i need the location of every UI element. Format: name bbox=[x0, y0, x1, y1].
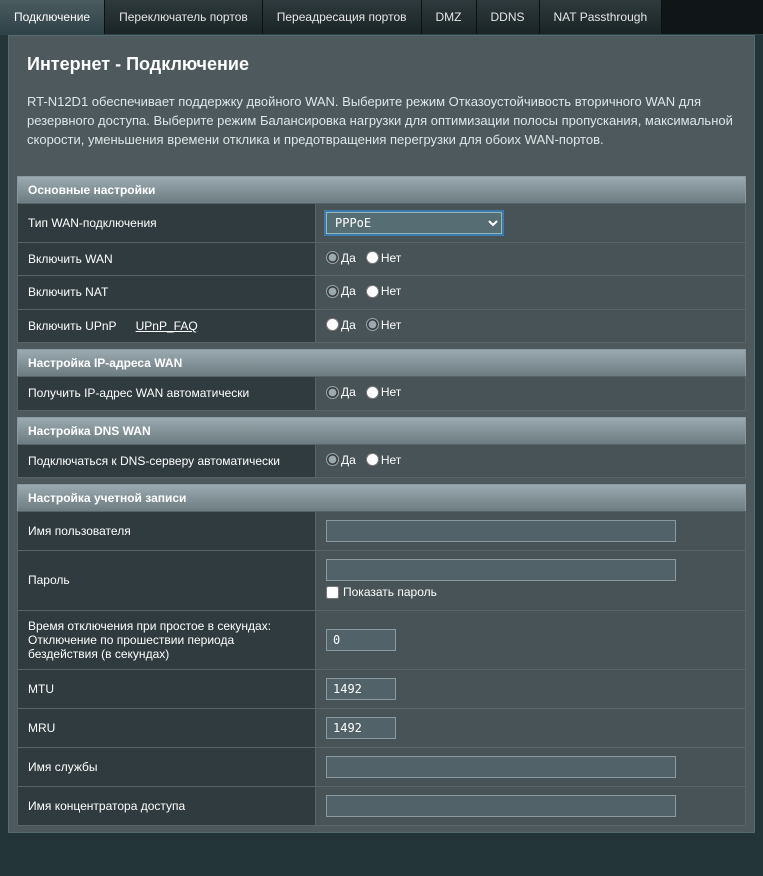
section-account-header: Настройка учетной записи bbox=[17, 484, 746, 511]
password-label: Пароль bbox=[18, 551, 316, 611]
service-input[interactable] bbox=[326, 756, 676, 778]
enable-wan-label: Включить WAN bbox=[18, 242, 316, 276]
no-label: Нет bbox=[381, 385, 401, 399]
mru-input[interactable] bbox=[326, 717, 396, 739]
yes-label: Да bbox=[341, 453, 356, 467]
enable-wan-yes[interactable] bbox=[326, 251, 339, 264]
password-input[interactable] bbox=[326, 559, 676, 581]
page-title: Интернет - Подключение bbox=[27, 54, 736, 75]
enable-nat-label: Включить NAT bbox=[18, 276, 316, 310]
wan-type-label: Тип WAN-подключения bbox=[18, 203, 316, 242]
enable-upnp-no[interactable] bbox=[366, 318, 379, 331]
mru-label: MRU bbox=[18, 708, 316, 747]
intro-text: RT-N12D1 обеспечивает поддержку двойного… bbox=[27, 93, 736, 150]
auto-ip-label: Получить IP-адрес WAN автоматически bbox=[18, 377, 316, 411]
service-label: Имя службы bbox=[18, 747, 316, 786]
wan-type-select[interactable]: PPPoE bbox=[326, 212, 502, 234]
username-label: Имя пользователя bbox=[18, 512, 316, 551]
section-dns-header: Настройка DNS WAN bbox=[17, 417, 746, 444]
page-body: Интернет - Подключение RT-N12D1 обеспечи… bbox=[8, 35, 755, 833]
yes-label: Да bbox=[341, 385, 356, 399]
yes-label: Да bbox=[341, 318, 356, 332]
auto-dns-label: Подключаться к DNS-серверу автоматически bbox=[18, 444, 316, 478]
enable-upnp-label: Включить UPnP bbox=[28, 319, 116, 333]
tab-ddns[interactable]: DDNS bbox=[477, 0, 540, 34]
yes-label: Да bbox=[341, 284, 356, 298]
enable-wan-no[interactable] bbox=[366, 251, 379, 264]
tab-connection[interactable]: Подключение bbox=[0, 0, 105, 34]
section-basic-header: Основные настройки bbox=[17, 176, 746, 203]
section-basic: Основные настройки Тип WAN-подключения P… bbox=[17, 176, 746, 344]
section-dns: Настройка DNS WAN Подключаться к DNS-сер… bbox=[17, 417, 746, 479]
tab-port-forward[interactable]: Переадресация портов bbox=[263, 0, 422, 34]
auto-ip-yes[interactable] bbox=[326, 386, 339, 399]
show-password-label: Показать пароль bbox=[343, 585, 437, 599]
tab-bar: Подключение Переключатель портов Переадр… bbox=[0, 0, 763, 35]
section-wan-ip: Настройка IP-адреса WAN Получить IP-адре… bbox=[17, 349, 746, 411]
yes-label: Да bbox=[341, 251, 356, 265]
enable-nat-no[interactable] bbox=[366, 285, 379, 298]
username-input[interactable] bbox=[326, 520, 676, 542]
section-account: Настройка учетной записи Имя пользовател… bbox=[17, 484, 746, 826]
no-label: Нет bbox=[381, 453, 401, 467]
idle-label: Время отключения при простое в секундах:… bbox=[18, 610, 316, 669]
auto-dns-yes[interactable] bbox=[326, 453, 339, 466]
ac-input[interactable] bbox=[326, 795, 676, 817]
tab-port-trigger[interactable]: Переключатель портов bbox=[105, 0, 263, 34]
no-label: Нет bbox=[381, 284, 401, 298]
tab-dmz[interactable]: DMZ bbox=[422, 0, 477, 34]
upnp-faq-link[interactable]: UPnP_FAQ bbox=[136, 319, 198, 333]
ac-label: Имя концентратора доступа bbox=[18, 786, 316, 825]
no-label: Нет bbox=[381, 318, 401, 332]
tab-nat-passthrough[interactable]: NAT Passthrough bbox=[540, 0, 663, 34]
enable-nat-yes[interactable] bbox=[326, 285, 339, 298]
enable-upnp-yes[interactable] bbox=[326, 318, 339, 331]
no-label: Нет bbox=[381, 251, 401, 265]
auto-ip-no[interactable] bbox=[366, 386, 379, 399]
section-wan-ip-header: Настройка IP-адреса WAN bbox=[17, 349, 746, 376]
show-password-checkbox[interactable] bbox=[326, 586, 339, 599]
auto-dns-no[interactable] bbox=[366, 453, 379, 466]
idle-input[interactable] bbox=[326, 629, 396, 651]
mtu-label: MTU bbox=[18, 669, 316, 708]
mtu-input[interactable] bbox=[326, 678, 396, 700]
